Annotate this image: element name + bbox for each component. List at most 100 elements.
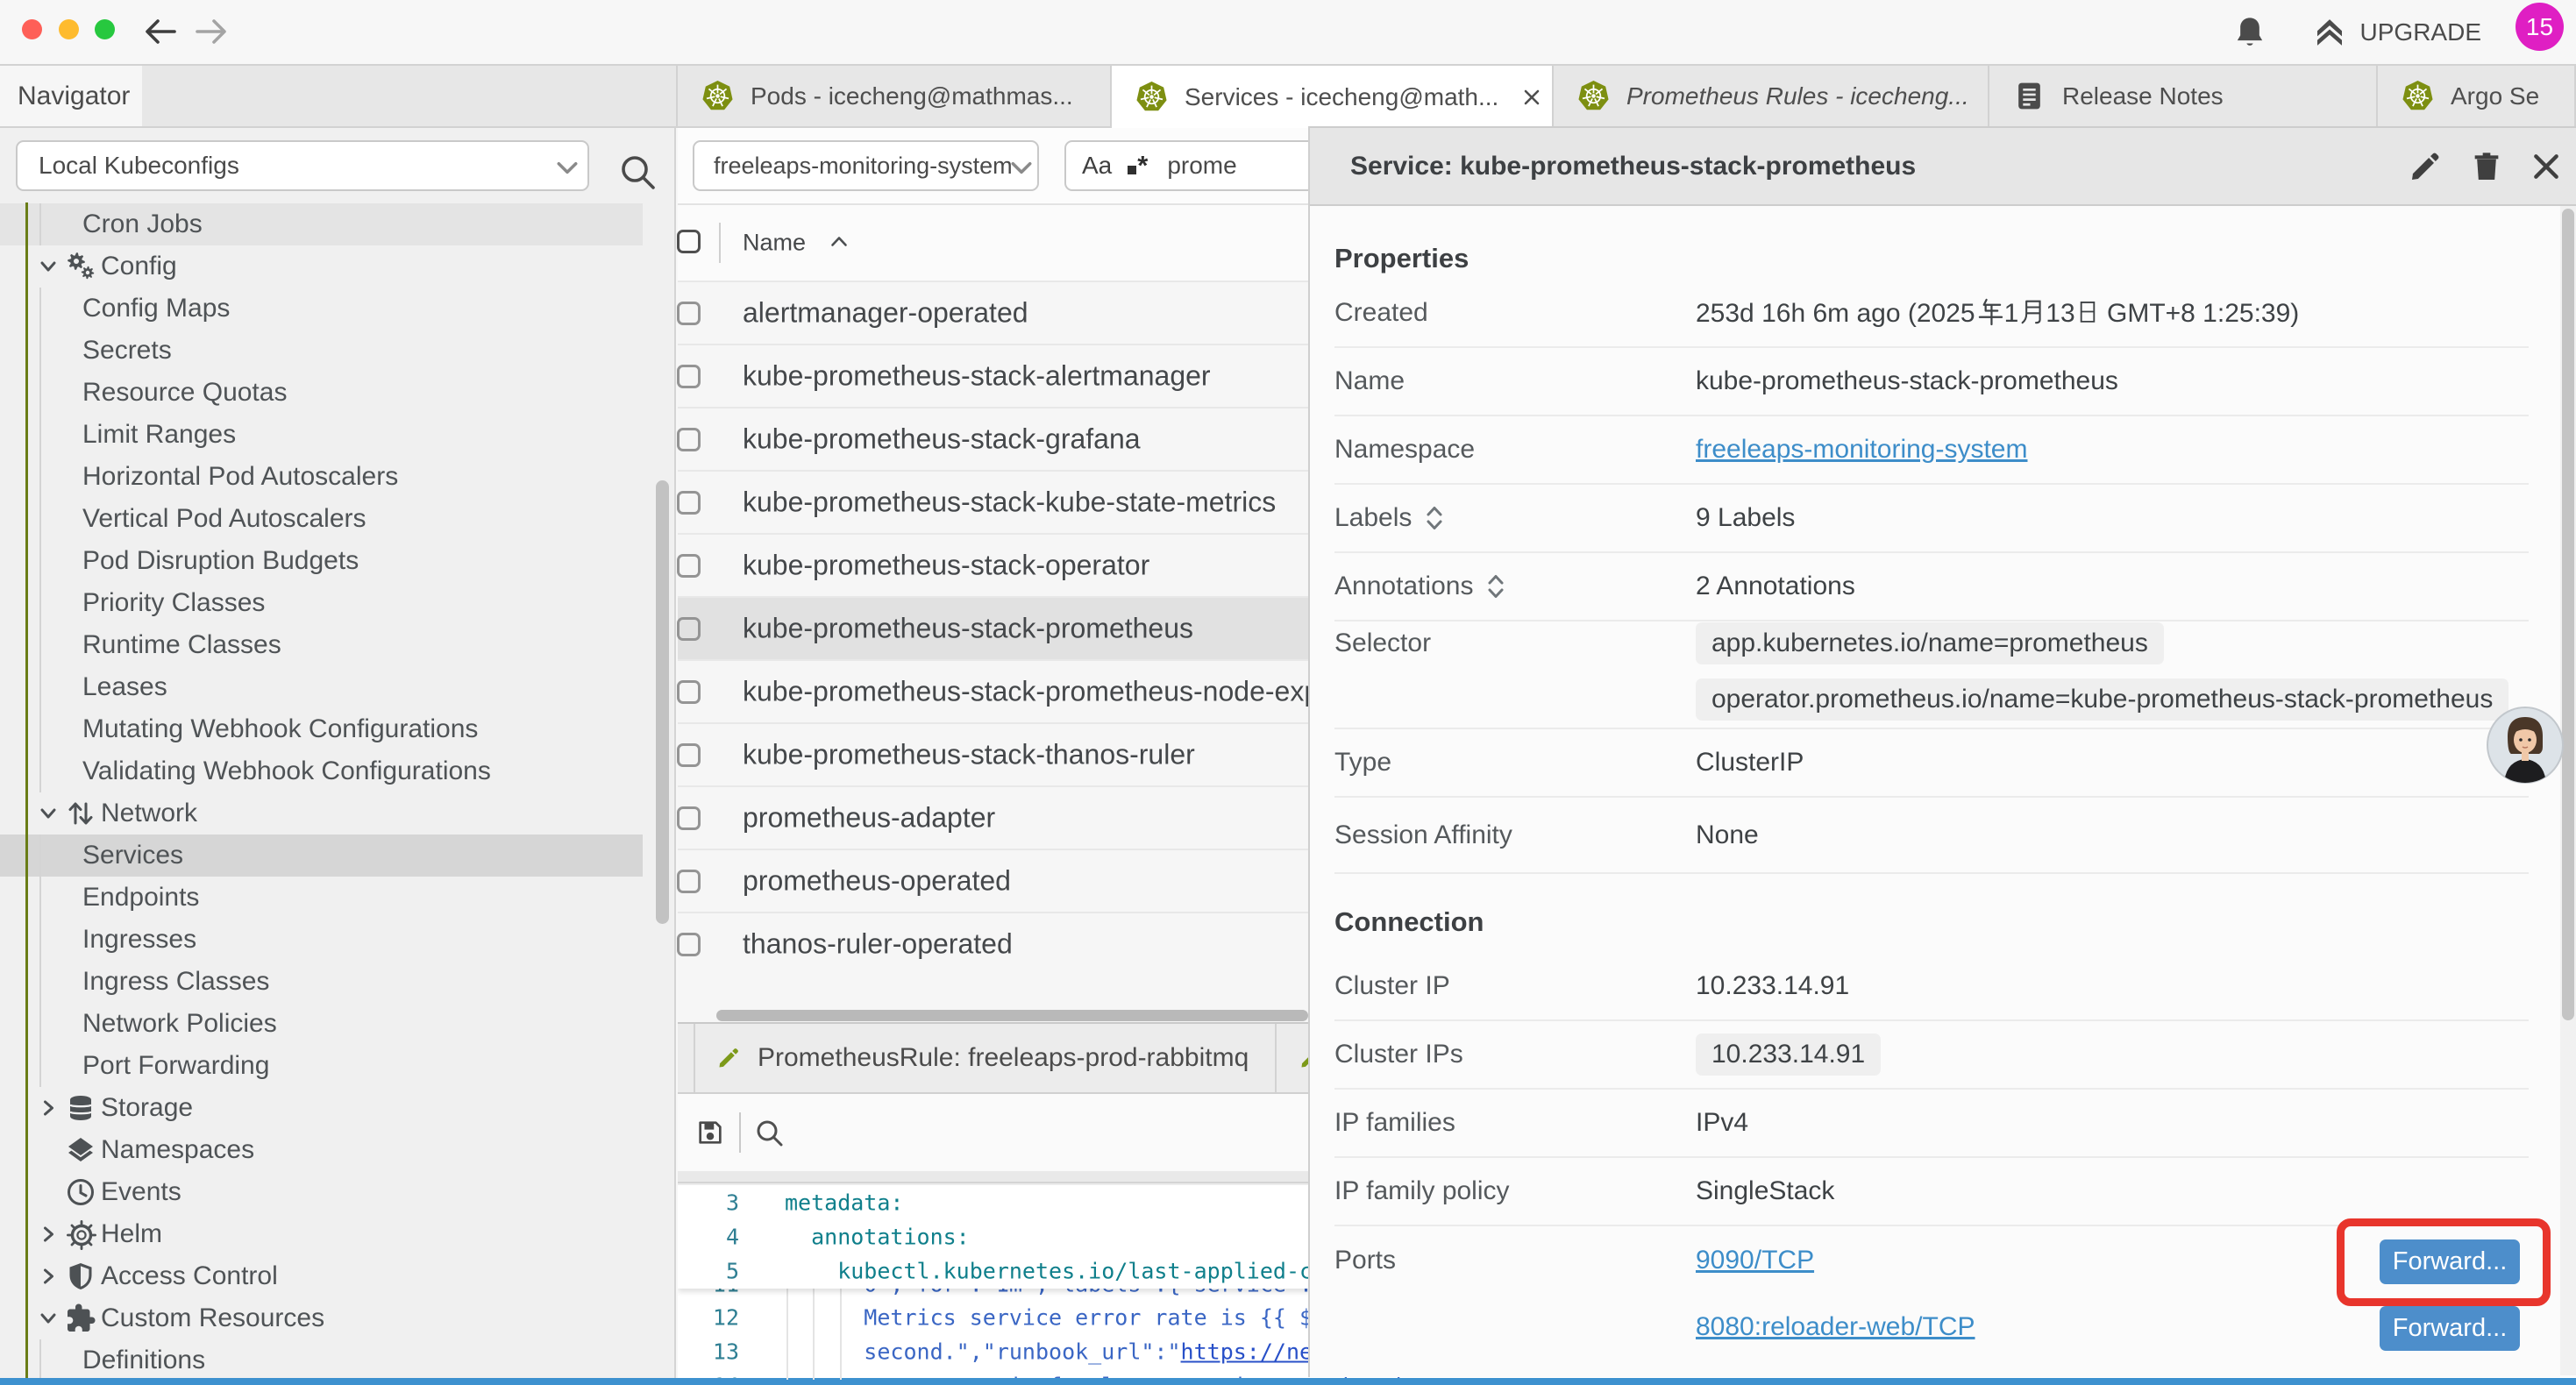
sidebar-item-leases[interactable]: Leases <box>0 666 643 708</box>
expand-toggle-icon[interactable] <box>1424 504 1445 532</box>
port-link-9090[interactable]: 9090/TCP <box>1696 1246 1814 1275</box>
drawer-scrollbar[interactable] <box>2562 209 2574 1020</box>
chevron-down-icon[interactable] <box>37 802 60 825</box>
kubeconfig-select[interactable]: Local Kubeconfigs <box>16 140 589 191</box>
sidebar-item-namespaces[interactable]: Namespaces <box>0 1129 643 1171</box>
sidebar-item-events[interactable]: Events <box>0 1171 643 1213</box>
drawer-body: PropertiesCreated 253d 16h 6m ago (20251… <box>1310 206 2576 1375</box>
navigator-tree: Cron Jobs ConfigConfig MapsSecretsResour… <box>0 203 674 1378</box>
chevron-right-icon[interactable] <box>37 1097 60 1119</box>
tab-close-icon[interactable] <box>1519 85 1544 110</box>
sidebar-item-vertical-pod-autoscalers[interactable]: Vertical Pod Autoscalers <box>0 498 643 540</box>
sidebar-item-services[interactable]: Services <box>0 835 643 877</box>
row-checkbox[interactable] <box>677 680 701 704</box>
sidebar-item-storage[interactable]: Storage <box>0 1087 643 1129</box>
namespace-select[interactable]: freeleaps-monitoring-system <box>693 140 1039 191</box>
notifications-bell-icon[interactable] <box>2232 13 2267 52</box>
upgrade-button[interactable]: UPGRADE <box>2311 0 2481 64</box>
sidebar-item-ingresses[interactable]: Ingresses <box>0 919 643 961</box>
expand-toggle-icon[interactable] <box>1485 572 1506 600</box>
drawer-row-annotations: Annotations 2 Annotations <box>1334 553 2529 621</box>
tab-pods-icecheng-mathmas[interactable]: Pods - icecheng@mathmas... <box>676 66 1112 126</box>
sidebar-item-definitions[interactable]: Definitions <box>0 1339 643 1378</box>
notification-count-badge[interactable]: 15 <box>2516 3 2564 51</box>
sidebar-item-label: Priority Classes <box>82 588 265 618</box>
sidebar-item-label: Cron Jobs <box>82 210 203 239</box>
status-bar <box>0 1378 2576 1385</box>
delete-trash-icon[interactable] <box>2469 149 2504 184</box>
sidebar-item-label: Horizontal Pod Autoscalers <box>82 462 398 492</box>
sidebar-item-pod-disruption-budgets[interactable]: Pod Disruption Budgets <box>0 540 643 582</box>
sidebar-item-config[interactable]: Config <box>0 245 643 288</box>
tab-release-notes[interactable]: Release Notes <box>1989 66 2378 126</box>
sidebar-item-mutating-webhook-configurations[interactable]: Mutating Webhook Configurations <box>0 708 643 750</box>
table-horizontal-scrollbar[interactable] <box>716 1010 1308 1021</box>
row-checkbox[interactable] <box>677 365 701 388</box>
match-case-icon[interactable]: Aa <box>1082 152 1112 180</box>
tab-argo-se[interactable]: Argo Se <box>2378 66 2576 126</box>
row-checkbox[interactable] <box>677 491 701 515</box>
row-checkbox[interactable] <box>677 933 701 956</box>
row-checkbox[interactable] <box>677 428 701 451</box>
drawer-row-label: IP family policy <box>1334 1176 1510 1206</box>
sidebar-item-priority-classes[interactable]: Priority Classes <box>0 582 643 624</box>
sidebar-item-access-control[interactable]: Access Control <box>0 1255 643 1297</box>
regex-icon[interactable]: * <box>1128 150 1148 181</box>
name-column-header[interactable]: Name <box>743 230 806 257</box>
sidebar-scrollbar[interactable] <box>656 480 669 924</box>
search-icon[interactable] <box>616 151 660 195</box>
row-checkbox[interactable] <box>677 806 701 830</box>
sidebar-item-validating-webhook-configurations[interactable]: Validating Webhook Configurations <box>0 750 643 792</box>
editor-search-icon[interactable] <box>753 1117 786 1150</box>
sidebar-item-endpoints[interactable]: Endpoints <box>0 877 643 919</box>
sidebar-item-custom-resources[interactable]: Custom Resources <box>0 1297 643 1339</box>
port-link-8080[interactable]: 8080:reloader-web/TCP <box>1696 1312 1975 1342</box>
clock-icon <box>65 1176 96 1208</box>
sidebar-item-network-policies[interactable]: Network Policies <box>0 1003 643 1045</box>
forward-arrow-icon[interactable] <box>194 12 229 51</box>
sidebar-item-config-maps[interactable]: Config Maps <box>0 288 643 330</box>
sort-ascending-icon[interactable] <box>829 234 850 249</box>
user-avatar[interactable] <box>2487 707 2564 784</box>
window-close-button[interactable] <box>22 19 42 39</box>
chevron-down-icon[interactable] <box>37 1307 60 1330</box>
drawer-row-namespace: Namespace freeleaps-monitoring-system <box>1334 416 2529 485</box>
chevron-down-icon[interactable] <box>37 255 60 278</box>
annotation-highlight-rectangle <box>2337 1218 2551 1306</box>
chevron-right-icon[interactable] <box>37 1223 60 1246</box>
sidebar-item-cron-jobs[interactable]: Cron Jobs <box>0 203 643 245</box>
tab-prometheus-rules-icecheng[interactable]: Prometheus Rules - icecheng... <box>1554 66 1989 126</box>
sidebar-item-resource-quotas[interactable]: Resource Quotas <box>0 372 643 414</box>
sidebar-item-ingress-classes[interactable]: Ingress Classes <box>0 961 643 1003</box>
window-zoom-button[interactable] <box>95 19 115 39</box>
back-arrow-icon[interactable] <box>143 12 178 51</box>
sidebar-item-port-forwarding[interactable]: Port Forwarding <box>0 1045 643 1087</box>
sidebar-item-runtime-classes[interactable]: Runtime Classes <box>0 624 643 666</box>
select-all-checkbox[interactable] <box>677 230 701 253</box>
service-details-drawer: Service: kube-prometheus-stack-prometheu… <box>1308 126 2576 1377</box>
chevron-right-icon[interactable] <box>37 1265 60 1288</box>
save-icon[interactable] <box>695 1118 725 1147</box>
drawer-row-label: Labels <box>1334 503 1412 533</box>
drawer-row-value: 10.233.14.91 <box>1696 971 1849 1001</box>
row-checkbox[interactable] <box>677 743 701 767</box>
row-checkbox[interactable] <box>677 302 701 325</box>
sidebar-item-horizontal-pod-autoscalers[interactable]: Horizontal Pod Autoscalers <box>0 456 643 498</box>
row-checkbox[interactable] <box>677 870 701 893</box>
dock-tab-prometheusrule[interactable]: PrometheusRule: freeleaps-prod-rabbitmq <box>694 1024 1277 1092</box>
row-checkbox[interactable] <box>677 617 701 641</box>
tab-services-icecheng-math[interactable]: Services - icecheng@math... <box>1112 66 1554 128</box>
row-checkbox[interactable] <box>677 554 701 578</box>
puzzle-icon <box>65 1303 96 1334</box>
window-minimize-button[interactable] <box>59 19 79 39</box>
close-icon[interactable] <box>2529 149 2564 184</box>
sidebar-item-limit-ranges[interactable]: Limit Ranges <box>0 414 643 456</box>
sidebar-item-secrets[interactable]: Secrets <box>0 330 643 372</box>
forward-button-8080[interactable]: Forward... <box>2380 1306 2520 1351</box>
sidebar-item-helm[interactable]: Helm <box>0 1213 643 1255</box>
edit-pencil-icon[interactable] <box>2408 149 2443 184</box>
sidebar-item-network[interactable]: Network <box>0 792 643 835</box>
namespace-link[interactable]: freeleaps-monitoring-system <box>1696 435 2027 465</box>
created-value: 253d 16h 6m ago (2025113 GMT+8 1:25:39) <box>1696 297 2299 329</box>
helm-icon <box>65 1218 96 1250</box>
